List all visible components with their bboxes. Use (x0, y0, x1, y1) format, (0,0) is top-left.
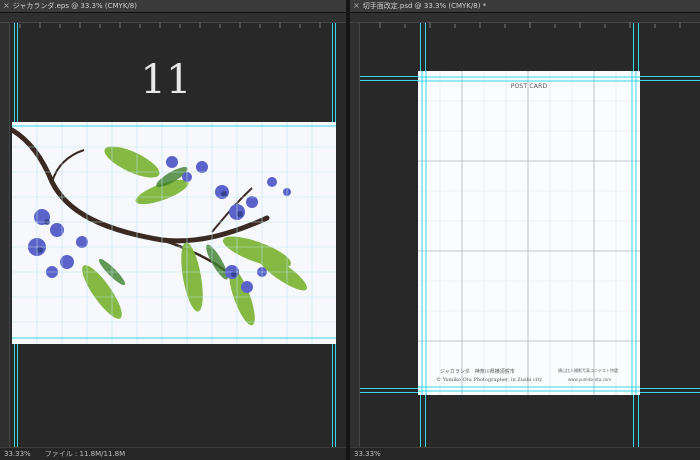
website-url: www.yumiko-ota.com (568, 377, 612, 382)
document-tab-title: ジャカランダ.eps @ 33.3% (CMYK/8) (12, 1, 137, 10)
status-bar-right: 33.33% (350, 447, 700, 460)
status-bar-left: 33.33% ファイル : 11.8M/11.8M (0, 447, 346, 460)
document-tab-right[interactable]: × 切手面改定.psd @ 33.3% (CMYK/8) * (350, 0, 700, 13)
document-tab-left[interactable]: × ジャカランダ.eps @ 33.3% (CMYK/8) (0, 0, 346, 13)
jacaranda-photo (12, 122, 336, 344)
ruler-vertical[interactable] (0, 23, 10, 447)
zoom-level[interactable]: 33.33% (4, 450, 31, 458)
ruler-vertical[interactable] (350, 23, 360, 447)
ruler-horizontal[interactable] (0, 13, 346, 28)
zoom-level[interactable]: 33.33% (354, 450, 381, 458)
page-number: 11 (140, 57, 192, 103)
postcard-grid (418, 71, 640, 395)
document-tab-title: 切手面改定.psd @ 33.3% (CMYK/8) * (362, 1, 487, 10)
photo-caption-title: ジャカランダ 神奈川県横須賀市 (440, 369, 515, 375)
document-window-left[interactable]: × ジャカランダ.eps @ 33.3% (CMYK/8) 11 33.33% … (0, 0, 346, 460)
photo-artwork (12, 122, 336, 344)
photo-copyright: © Yumiko Ota Photographer, in Zushi city (436, 377, 543, 383)
close-icon[interactable]: × (3, 2, 10, 10)
ruler-ticks (19, 22, 321, 28)
close-icon[interactable]: × (353, 2, 360, 10)
postcard-canvas: POST CARD ジャカランダ 神奈川県横須賀市 © Yumiko Ota P… (418, 71, 640, 395)
file-size-info[interactable]: ファイル : 11.8M/11.8M (45, 450, 125, 458)
ruler-ticks (379, 22, 681, 28)
postcard-title: POST CARD (510, 83, 548, 90)
ruler-horizontal[interactable] (350, 13, 700, 28)
award-text: 横山比人撮影写真コンテスト特選 (558, 368, 618, 373)
